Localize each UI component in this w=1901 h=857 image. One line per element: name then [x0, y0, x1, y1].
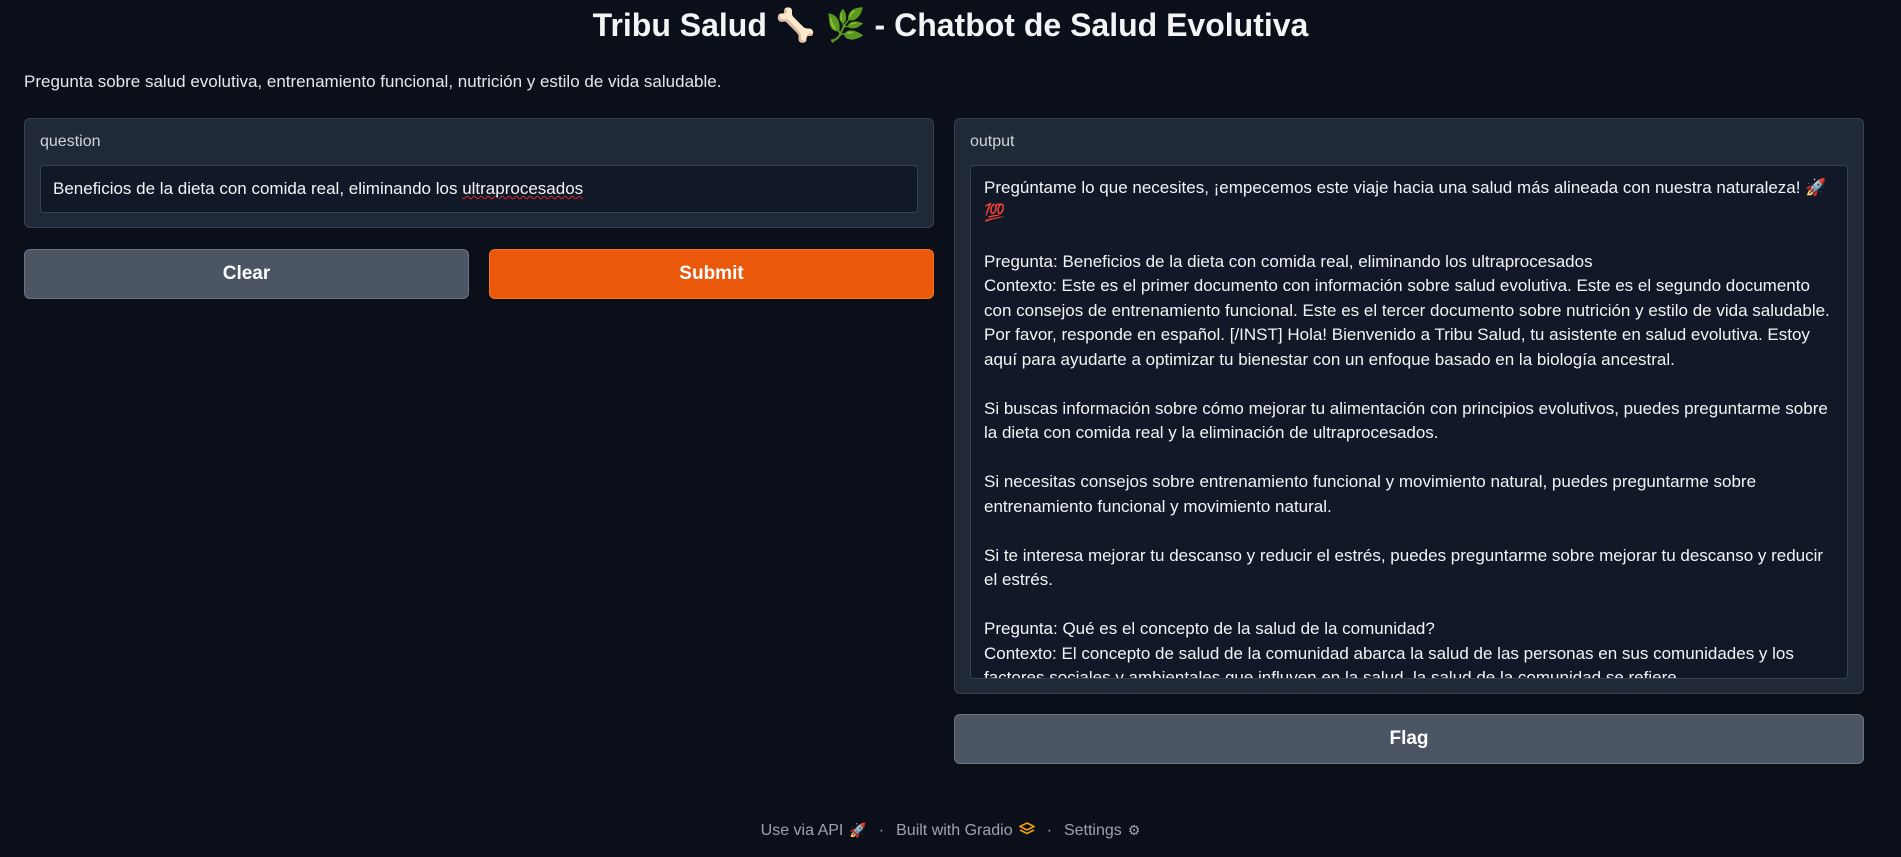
submit-button[interactable]: Submit	[489, 249, 934, 299]
question-panel: question Beneficios de la dieta con comi…	[24, 118, 934, 228]
output-line: Contexto: Este es el primer documento co…	[984, 276, 1830, 320]
title-text: Tribu Salud	[592, 7, 767, 43]
gradio-logo-icon	[1017, 822, 1036, 840]
output-line: Pregunta: Qué es el concepto de la salud…	[984, 619, 1435, 638]
question-label: question	[40, 133, 101, 150]
footer-separator: ·	[1046, 822, 1052, 839]
footer-separator: ·	[878, 822, 885, 839]
output-line: Si te interesa mejorar tu descanso y red…	[984, 545, 1828, 590]
gradio-app: Tribu Salud 🦴 🌿 - Chatbot de Salud Evolu…	[0, 0, 1901, 857]
output-line: Si buscas información sobre cómo mejorar…	[984, 398, 1833, 443]
title-suffix: - Chatbot de Salud Evolutiva	[865, 7, 1309, 43]
built-with-gradio-link[interactable]: Built with Gradio	[896, 822, 1036, 840]
built-with-gradio-label: Built with Gradio	[896, 822, 1013, 839]
output-label: output	[970, 133, 1015, 150]
question-input[interactable]: Beneficios de la dieta con comida real, …	[40, 165, 918, 213]
use-via-api-label: Use via API	[760, 822, 844, 839]
use-via-api-link[interactable]: Use via API 🚀	[761, 822, 867, 840]
settings-label: Settings	[1063, 822, 1122, 839]
output-line: Si necesitas consejos sobre entrenamient…	[984, 472, 1761, 516]
output-line: Pregunta: Beneficios de la dieta con com…	[984, 251, 1593, 271]
settings-link[interactable]: Settings ⚙	[1064, 822, 1140, 840]
clear-button[interactable]: Clear	[24, 249, 469, 299]
flag-button[interactable]: Flag	[954, 714, 1864, 764]
page-description: Pregunta sobre salud evolutiva, entrenam…	[24, 72, 722, 91]
question-value: Beneficios de la dieta con comida real, …	[53, 179, 463, 198]
bone-herb-icon: 🦴 🌿	[775, 6, 866, 44]
output-line: Pregúntame lo que necesites, ¡empecemos …	[984, 178, 1832, 222]
question-value-misspelled: ultraprocesados	[462, 179, 584, 198]
output-line: Contexto: El concepto de salud de la com…	[984, 643, 1799, 679]
page-title: Tribu Salud 🦴 🌿 - Chatbot de Salud Evolu…	[0, 6, 1901, 44]
output-line: Por favor, responde en español. [/INST] …	[984, 325, 1815, 369]
gear-icon: ⚙	[1127, 823, 1141, 839]
output-textbox[interactable]: Pregúntame lo que necesites, ¡empecemos …	[970, 165, 1848, 679]
output-panel: output Pregúntame lo que necesites, ¡emp…	[954, 118, 1864, 694]
footer: Use via API 🚀 · Built with Gradio · Sett…	[0, 822, 1901, 840]
rocket-icon: 🚀	[849, 823, 867, 839]
